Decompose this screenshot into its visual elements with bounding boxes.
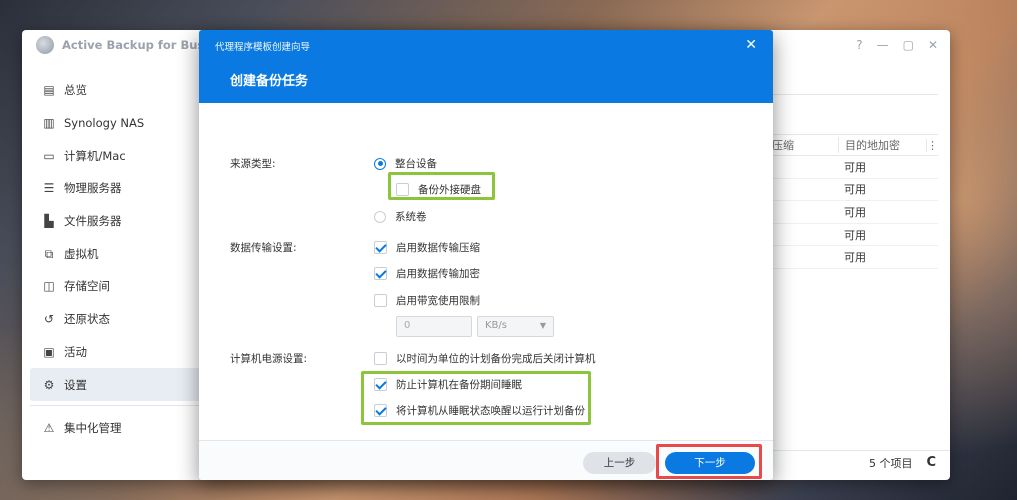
central-management-icon: ⚠ xyxy=(43,421,55,436)
column-menu-icon[interactable]: ⋮ xyxy=(926,138,938,152)
close-icon[interactable]: ✕ xyxy=(745,37,757,53)
power-prevent-sleep-option[interactable]: 防止计算机在备份期间睡眠 xyxy=(374,377,522,392)
checkbox-label: 启用数据传输压缩 xyxy=(396,242,480,254)
restore-icon: ↺ xyxy=(43,312,55,327)
checkbox-label: 备份外接硬盘 xyxy=(418,184,481,196)
previous-button[interactable]: 上一步 xyxy=(583,452,656,474)
sidebar: ▤ 总览 ▥ Synology NAS ▭ 计算机/Mac ☰ 物理服务器 ▙ … xyxy=(30,74,202,445)
app-logo-icon xyxy=(36,36,54,54)
file-server-icon: ▙ xyxy=(44,214,54,229)
storage-icon: ◫ xyxy=(43,279,55,294)
sidebar-item-settings[interactable]: ⚙ 设置 xyxy=(30,368,202,401)
wizard-title: 代理程序模板创建向导 xyxy=(215,42,311,53)
computer-icon: ▭ xyxy=(43,148,55,163)
sidebar-item-vm[interactable]: ⧉ 虚拟机 xyxy=(30,237,202,270)
checkbox-label: 启用数据传输加密 xyxy=(396,268,480,280)
transfer-compression-option[interactable]: 启用数据传输压缩 xyxy=(374,240,480,255)
sidebar-divider xyxy=(30,404,202,406)
radio-system-volume[interactable] xyxy=(374,210,386,223)
minimize-icon[interactable]: — xyxy=(877,38,889,52)
table-header: 压缩 目的地加密 ⋮ xyxy=(762,134,938,156)
sidebar-item-restore[interactable]: ↺ 还原状态 xyxy=(30,303,202,336)
checkbox-label: 防止计算机在备份期间睡眠 xyxy=(396,379,522,391)
item-count: 5 个项目 xyxy=(868,456,913,470)
close-window-icon[interactable]: ✕ xyxy=(928,38,938,52)
sidebar-item-label: Synology NAS xyxy=(64,116,145,131)
dialog-header: 代理程序模板创建向导 创建备份任务 ✕ xyxy=(199,30,773,103)
wizard-dialog: 代理程序模板创建向导 创建备份任务 ✕ 来源类型: 整台设备 备份外接硬盘 系统… xyxy=(199,30,773,480)
sidebar-item-label: 文件服务器 xyxy=(64,214,122,229)
checkbox-prevent-sleep[interactable] xyxy=(374,378,387,391)
radio-label: 系统卷 xyxy=(395,211,427,223)
power-wake-option[interactable]: 将计算机从睡眠状态唤醒以运行计划备份 xyxy=(374,403,585,418)
table-row[interactable]: 可用 xyxy=(762,156,938,179)
dialog-title: 创建备份任务 xyxy=(230,74,309,89)
activity-icon: ▣ xyxy=(43,344,55,359)
table-footer: 5 个项目 C xyxy=(772,450,950,474)
sidebar-item-physical-server[interactable]: ☰ 物理服务器 xyxy=(30,172,202,205)
sidebar-item-synology-nas[interactable]: ▥ Synology NAS xyxy=(30,107,202,140)
checkbox-encryption[interactable] xyxy=(374,267,387,280)
checkbox-external-drive[interactable] xyxy=(396,183,409,196)
sidebar-item-file-server[interactable]: ▙ 文件服务器 xyxy=(30,205,202,238)
overview-icon: ▤ xyxy=(43,83,55,98)
sidebar-item-activity[interactable]: ▣ 活动 xyxy=(30,336,202,369)
external-drive-option[interactable]: 备份外接硬盘 xyxy=(396,182,481,197)
checkbox-label: 以时间为单位的计划备份完成后关闭计算机 xyxy=(396,353,596,365)
toolbar-divider xyxy=(772,94,938,95)
maximize-icon[interactable]: ▢ xyxy=(903,38,914,52)
table-row[interactable]: 可用 xyxy=(762,246,938,269)
table-row[interactable]: 可用 xyxy=(762,179,938,202)
dialog-body: 来源类型: 整台设备 备份外接硬盘 系统卷 数据传输设置: 启用数据传输压缩 启… xyxy=(199,103,773,440)
sidebar-item-label: 存储空间 xyxy=(64,279,110,294)
help-icon[interactable]: ? xyxy=(856,38,862,52)
gear-icon: ⚙ xyxy=(43,377,55,392)
sidebar-item-central-management[interactable]: ⚠ 集中化管理 xyxy=(30,412,202,445)
server-icon: ☰ xyxy=(43,181,55,196)
column-header-encryption[interactable]: 目的地加密 xyxy=(838,137,926,153)
source-option-system-volume[interactable]: 系统卷 xyxy=(374,209,427,224)
bandwidth-value-input[interactable]: 0 xyxy=(396,316,472,337)
refresh-icon[interactable]: C xyxy=(926,455,936,470)
sidebar-item-label: 活动 xyxy=(64,344,87,359)
table-row[interactable]: 可用 xyxy=(762,201,938,224)
source-type-label: 来源类型: xyxy=(230,158,276,170)
window-controls: ? — ▢ ✕ xyxy=(856,38,938,52)
power-settings-label: 计算机电源设置: xyxy=(230,353,308,365)
chevron-down-icon: ▼ xyxy=(539,321,546,330)
sidebar-item-storage[interactable]: ◫ 存储空间 xyxy=(30,270,202,303)
bandwidth-unit-select[interactable]: KB/s ▼ xyxy=(477,316,554,337)
vm-icon: ⧉ xyxy=(44,246,54,261)
checkbox-bandwidth-limit[interactable] xyxy=(374,294,387,307)
nas-icon: ▥ xyxy=(43,116,55,131)
highlight-next-button xyxy=(656,444,762,479)
sidebar-item-label: 总览 xyxy=(64,83,87,98)
transfer-encryption-option[interactable]: 启用数据传输加密 xyxy=(374,266,480,281)
sidebar-item-label: 还原状态 xyxy=(64,312,110,327)
sidebar-item-label: 计算机/Mac xyxy=(64,148,126,163)
table-row[interactable]: 可用 xyxy=(762,224,938,247)
sidebar-item-computer[interactable]: ▭ 计算机/Mac xyxy=(30,139,202,172)
radio-whole-device[interactable] xyxy=(374,157,386,170)
radio-label: 整台设备 xyxy=(395,158,437,170)
transfer-settings-label: 数据传输设置: xyxy=(230,242,297,254)
select-value: KB/s xyxy=(485,320,507,331)
sidebar-item-overview[interactable]: ▤ 总览 xyxy=(30,74,202,107)
checkbox-label: 启用带宽使用限制 xyxy=(396,295,480,307)
sidebar-item-label: 集中化管理 xyxy=(64,421,122,436)
sidebar-item-label: 物理服务器 xyxy=(64,181,122,196)
source-option-whole-device[interactable]: 整台设备 xyxy=(374,156,437,171)
checkbox-shutdown[interactable] xyxy=(374,352,387,365)
power-shutdown-option[interactable]: 以时间为单位的计划备份完成后关闭计算机 xyxy=(374,351,596,366)
checkbox-label: 将计算机从睡眠状态唤醒以运行计划备份 xyxy=(396,405,585,417)
sidebar-item-label: 虚拟机 xyxy=(64,246,99,261)
checkbox-compression[interactable] xyxy=(374,241,387,254)
column-header-compression[interactable]: 压缩 xyxy=(762,137,838,153)
checkbox-wake[interactable] xyxy=(374,404,387,417)
sidebar-item-label: 设置 xyxy=(64,377,87,392)
bandwidth-limit-option[interactable]: 启用带宽使用限制 xyxy=(374,293,480,308)
background-table: 压缩 目的地加密 ⋮ 可用 可用 可用 可用 可用 xyxy=(762,134,938,269)
